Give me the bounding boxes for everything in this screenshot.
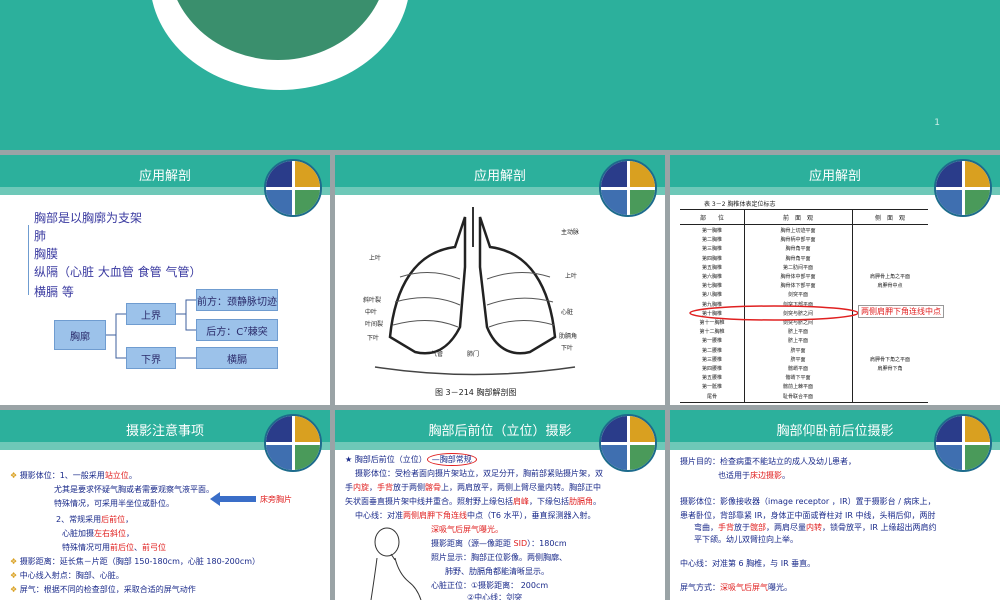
ap-line: 平下颌。幼儿双臂拉向上举。 bbox=[694, 535, 798, 544]
pa-line: 中心线：对准两侧肩胛下角连线中点（T6 水平），垂直探测器入射。 bbox=[355, 511, 596, 520]
illustration-label: 气管 bbox=[431, 351, 444, 358]
annotation-ellipse bbox=[689, 305, 859, 321]
illustration-label: 下叶 bbox=[367, 335, 380, 342]
pa-line: 手内旋，手背放于两侧髂骨上，两肩放平，两侧上臂尽量内转。胸部正中 bbox=[345, 483, 601, 492]
diagram-connectors bbox=[106, 299, 196, 359]
illustration-label: 上叶 bbox=[565, 273, 578, 280]
note-line: ❖ 摄影距离：延长焦－片距（胸部 150-180cm，心脏 180-200cm） bbox=[10, 557, 261, 566]
note-line: 特殊情况，可采用半坐位或卧位。 bbox=[54, 499, 174, 508]
school-logo-icon bbox=[934, 414, 992, 472]
pa-line: 摄影体位：受检者面向摄片架站立，双足分开，胸前部紧贴摄片架，双 bbox=[355, 469, 603, 478]
ap-line: 中心线：对准第 6 胸椎，与 IR 垂直。 bbox=[680, 559, 816, 568]
illustration-label: 肺门 bbox=[467, 351, 480, 358]
pa-line: 心脏正位：①摄影距离： 200cm bbox=[431, 581, 549, 590]
note-line: ❖ 屏气：根据不同的检查部位，采取合适的屏气动作 bbox=[10, 585, 196, 594]
ap-line: 也适用于床边摄影。 bbox=[718, 471, 790, 480]
illustration-label: 叶间裂 bbox=[365, 321, 384, 328]
pa-line: ★ 胸部后前位（立位） —胸部常规 bbox=[345, 453, 477, 466]
slide-anatomy-1[interactable]: 应用解剖 胸部是以胸廓为支架 肺 胸膜 纵隔（心脏 大血管 食管 气管） 横膈 … bbox=[0, 155, 330, 405]
ap-line: 屏气方式：深吸气后屏气曝光。 bbox=[680, 583, 792, 592]
ap-line: 患者卧位，背部靠紧 IR，身体正中面或脊柱对 IR 中线，头稍后仰，两肘 bbox=[680, 511, 936, 520]
ap-line: 摄影体位：影像接收器（image receptor ，IR）置于摄影台 / 病床… bbox=[680, 497, 936, 506]
slide-anatomy-2[interactable]: 应用解剖 上叶 斜叶裂 中叶 叶间裂 下叶 上叶 心脏 肋膈角 下叶 主动脉 气… bbox=[335, 155, 665, 405]
slide-pa-chest[interactable]: 胸部后前位（立位）摄影 ★ 胸部后前位（立位） —胸部常规 摄影体位：受检者面向摄… bbox=[335, 410, 665, 600]
illustration-label: 肋膈角 bbox=[559, 333, 578, 340]
pa-line: 摄影距离（源—像距距 SID）：180cm bbox=[431, 539, 567, 548]
slide-anatomy-3[interactable]: 应用解剖 表 3－2 胸椎体表定位标志 部 位前 面 观侧 面 观第一胸椎 胸骨上… bbox=[670, 155, 1000, 405]
page-number: 1 bbox=[934, 118, 940, 128]
note-line: ❖ 摄影体位：1、一般采用站立位。 bbox=[10, 471, 137, 480]
arrow-left-icon bbox=[210, 492, 256, 506]
pa-line: 肺野、肋膈角都能清晰显示。 bbox=[445, 567, 549, 576]
pa-line: 矢状面垂直摄片架中线并重合。照射野上缘包括肩峰，下缘包括肋膈角。 bbox=[345, 497, 601, 506]
illustration-label: 下叶 bbox=[561, 345, 574, 352]
illustration-label: 心脏 bbox=[561, 309, 574, 316]
note-line: 2、常规采用后前位， bbox=[56, 515, 134, 524]
ap-line: 弯曲，手背放于髋部，两肩尽量内转，锁骨放平，IR 上缘超出两肩约 bbox=[694, 523, 937, 532]
top-slide[interactable]: 1 bbox=[0, 0, 1000, 150]
illustration-label: 主动脉 bbox=[561, 229, 580, 236]
chest-anatomy-illustration bbox=[374, 207, 576, 376]
pa-line: 深吸气后屏气曝光。 bbox=[431, 525, 503, 534]
annotation-label: 两侧肩胛下角连线中点 bbox=[858, 305, 944, 318]
pa-line: ②中心线：剑突 bbox=[467, 593, 523, 600]
illustration-label: 斜叶裂 bbox=[363, 297, 382, 304]
illustration-caption: 图 3－214 胸部解剖图 bbox=[435, 388, 517, 397]
school-logo-icon bbox=[264, 414, 322, 472]
ap-line: 摄片目的：检查病重不能站立的成人及幼儿患者， bbox=[680, 457, 856, 466]
note-line: 特殊情况可用前后位、前弓位 bbox=[62, 543, 166, 552]
school-logo-icon bbox=[599, 159, 657, 217]
note-line: 心脏加摄左右斜位， bbox=[62, 529, 134, 538]
illustration-label: 中叶 bbox=[365, 309, 378, 316]
slide-ap-supine[interactable]: 胸部仰卧前后位摄影 摄片目的：检查病重不能站立的成人及幼儿患者， 也适用于床边摄… bbox=[670, 410, 1000, 600]
slide-notes[interactable]: 摄影注意事项 ❖ 摄影体位：1、一般采用站立位。 尤其是要求怀疑气胸或者需要观察… bbox=[0, 410, 330, 600]
patient-figure-illustration bbox=[370, 527, 422, 600]
pa-line: 照片显示：胸部正位影像。两侧胸廓、 bbox=[431, 553, 567, 562]
illustration-label: 上叶 bbox=[369, 255, 382, 262]
note-line: ❖ 中心线入射点：胸部、心脏。 bbox=[10, 571, 124, 580]
school-logo-icon bbox=[599, 414, 657, 472]
note-line: 尤其是要求怀疑气胸或者需要观察气液平面。 bbox=[54, 485, 214, 494]
side-note: 床旁胸片 bbox=[260, 495, 292, 504]
